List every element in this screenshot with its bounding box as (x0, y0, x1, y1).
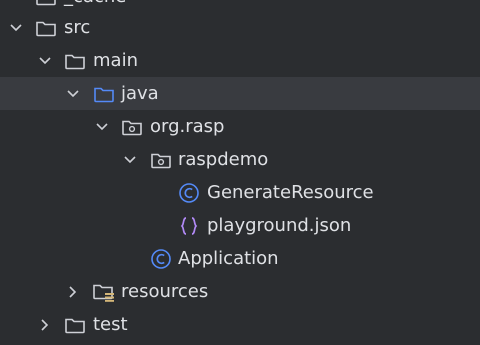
chevron-down-icon[interactable] (63, 77, 83, 110)
tree-item-org-rasp[interactable]: org.rasp (0, 110, 480, 143)
tree-item-label: raspdemo (178, 149, 269, 170)
class-icon (148, 242, 174, 275)
tree-item-label: java (121, 83, 159, 104)
tree-item-main[interactable]: main (0, 44, 480, 77)
package-icon (119, 110, 145, 143)
tree-item-label: src (64, 17, 91, 38)
chevron-down-icon[interactable] (92, 110, 112, 143)
folder-icon (62, 44, 88, 77)
json-file-icon (176, 209, 202, 242)
chevron-down-icon[interactable] (120, 143, 140, 176)
tree-item-label: playground.json (207, 215, 352, 236)
tree-item-label: GenerateResource (207, 182, 374, 203)
tree-item-src[interactable]: src (0, 11, 480, 44)
tree-item-label: Application (178, 248, 279, 269)
tree-item-label: resources (121, 281, 209, 302)
tree-item-generate-resource[interactable]: GenerateResource (0, 176, 480, 209)
folder-icon (33, 11, 59, 44)
chevron-down-icon[interactable] (6, 11, 26, 44)
project-tree: _cache src main java (0, 0, 480, 345)
tree-item-label: test (93, 314, 128, 335)
tree-item-playground-json[interactable]: playground.json (0, 209, 480, 242)
tree-item-resources[interactable]: resources (0, 275, 480, 308)
tree-item-application[interactable]: Application (0, 242, 480, 275)
class-icon (176, 176, 202, 209)
chevron-right-icon[interactable] (63, 275, 83, 308)
tree-item-label: org.rasp (150, 116, 225, 137)
tree-item-raspdemo[interactable]: raspdemo (0, 143, 480, 176)
chevron-right-icon[interactable] (35, 308, 55, 341)
tree-item-test[interactable]: test (0, 308, 480, 341)
tree-item-java[interactable]: java (0, 77, 480, 110)
folder-icon (62, 308, 88, 341)
package-icon (148, 143, 174, 176)
tree-item-label: main (93, 50, 138, 71)
chevron-down-icon[interactable] (35, 44, 55, 77)
source-folder-icon (91, 77, 117, 110)
resources-folder-icon (91, 275, 117, 308)
